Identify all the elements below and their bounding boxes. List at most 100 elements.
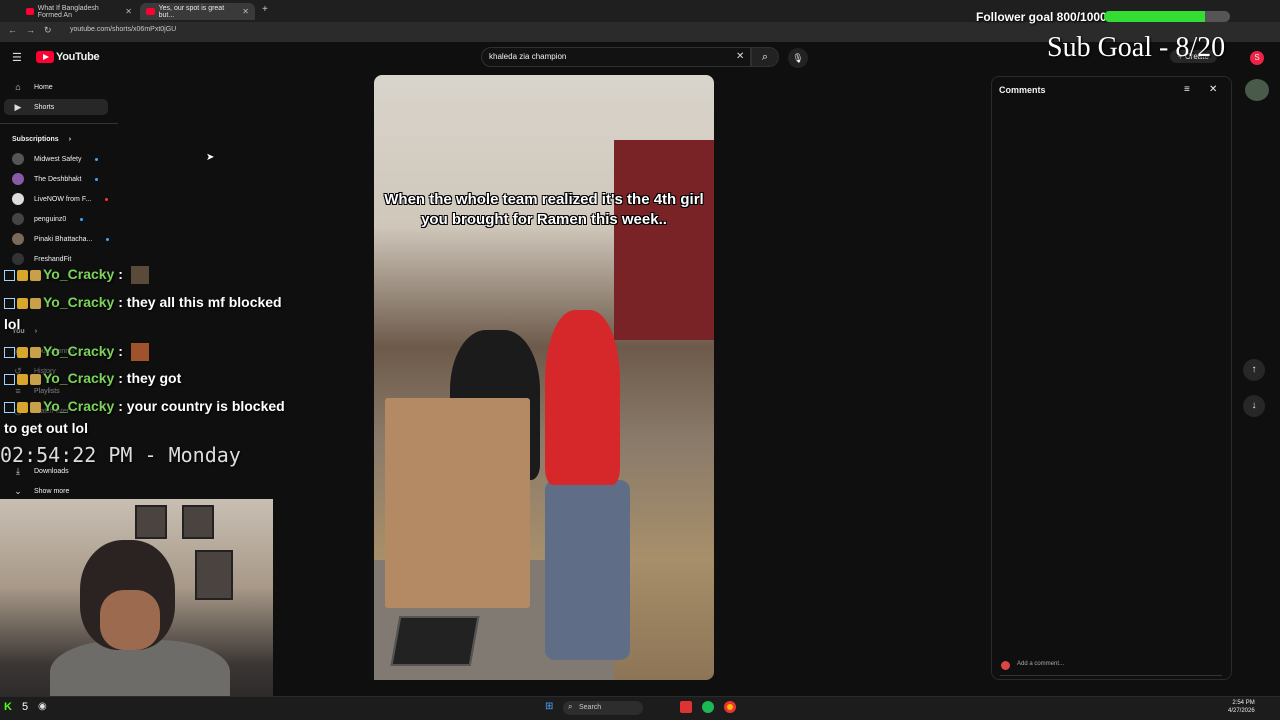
- arrow-down-icon: ↓: [1251, 400, 1257, 411]
- taskbar-search[interactable]: Search: [563, 701, 643, 715]
- url-field[interactable]: youtube.com/shorts/x06mPxt0jGU: [70, 26, 176, 33]
- chat-username: Yo_Cracky: [43, 343, 115, 359]
- video-scene-bag: [385, 398, 530, 608]
- windows-start-icon[interactable]: ⊞: [545, 701, 553, 712]
- subscriptions-header[interactable]: Subscriptions ›: [12, 131, 71, 147]
- chat-message: Yo_Cracky : your country is blocked: [4, 398, 285, 414]
- reload-icon[interactable]: ↻: [44, 25, 52, 36]
- badge-icon: [30, 269, 41, 281]
- new-tab-icon[interactable]: +: [262, 4, 268, 15]
- youtube-favicon-icon: [146, 8, 155, 15]
- home-icon: ⌂: [15, 82, 21, 92]
- avatar: [1001, 661, 1010, 670]
- chat-username: Yo_Cracky: [43, 370, 115, 386]
- close-tab-icon[interactable]: ✕: [242, 7, 249, 16]
- close-tab-icon[interactable]: ✕: [125, 7, 132, 16]
- youtube-logo-text[interactable]: YouTube: [56, 51, 100, 63]
- account-avatar[interactable]: S: [1250, 51, 1264, 65]
- clear-search-icon[interactable]: ✕: [736, 51, 744, 62]
- sidebar-item-label: Shorts: [34, 103, 55, 111]
- sidebar-item-home[interactable]: ⌂ Home: [12, 79, 52, 95]
- chat-text: they all this mf blocked: [126, 294, 282, 310]
- wall-poster: [182, 505, 214, 539]
- youtube-logo-icon[interactable]: [36, 51, 54, 63]
- chat-message: lol: [4, 316, 20, 332]
- badge-icon: [30, 346, 41, 358]
- sidebar-item-label: LiveNOW from F...: [34, 195, 92, 203]
- chat-message: Yo_Cracky :: [4, 343, 149, 362]
- sidebar-item-label: Midwest Safety: [34, 155, 82, 163]
- next-short-button[interactable]: ↓: [1243, 395, 1265, 417]
- chat-text: to get out lol: [4, 420, 88, 436]
- close-icon[interactable]: ✕: [1209, 84, 1217, 95]
- subscription-item[interactable]: FreshandFit: [12, 251, 71, 267]
- chevron-right-icon: ›: [68, 135, 72, 143]
- subscription-item[interactable]: penguinz0: [12, 211, 84, 227]
- spotify-icon[interactable]: [702, 701, 714, 713]
- menu-icon[interactable]: ☰: [12, 51, 22, 64]
- sidebar-item-label: The Deshbhakt: [34, 175, 82, 183]
- badge-icon: [17, 297, 28, 309]
- previous-short-button[interactable]: ↑: [1243, 359, 1265, 381]
- arrow-up-icon: ↑: [1251, 364, 1257, 375]
- back-icon[interactable]: ←: [8, 25, 17, 35]
- badge-icon: [4, 297, 15, 309]
- live-dot: [105, 197, 109, 201]
- divider: [1000, 675, 1222, 676]
- video-scene-tablet: [390, 616, 480, 666]
- chat-message: Yo_Cracky : they all this mf blocked: [4, 294, 282, 310]
- chat-message: Yo_Cracky : they got: [4, 370, 181, 386]
- badge-icon: [17, 269, 28, 281]
- badge-icon: [17, 346, 28, 358]
- badge-icon: [30, 401, 41, 413]
- stream-clock: 02:54:22 PM - Monday: [0, 443, 241, 467]
- forward-icon[interactable]: →: [26, 25, 35, 35]
- emote-icon: [130, 343, 149, 362]
- app-icon[interactable]: [680, 701, 692, 713]
- subscription-item[interactable]: Midwest Safety: [12, 151, 99, 167]
- avatar: [12, 173, 24, 185]
- sidebar-item-label: penguinz0: [34, 215, 67, 223]
- subscription-item[interactable]: Pinaki Bhattacha...: [12, 231, 110, 247]
- emote-icon: [130, 266, 149, 285]
- live-dot: [95, 177, 99, 181]
- avatar: [12, 193, 24, 205]
- voice-search-icon[interactable]: 🎙: [788, 48, 808, 68]
- badge-icon: [4, 346, 15, 358]
- wall-poster: [195, 550, 233, 600]
- browser-tab-active[interactable]: Yes, our spot is great but... ✕: [140, 3, 255, 20]
- sidebar-item-shorts[interactable]: ▶ Shorts: [4, 99, 108, 115]
- streamer-face: [100, 590, 160, 650]
- sidebar-item-label: Show more: [34, 487, 70, 495]
- video-scene-wall: [614, 140, 714, 340]
- viewer-count: 5: [22, 701, 29, 713]
- chat-message: Yo_Cracky :: [4, 266, 149, 285]
- browser-tab[interactable]: What If Bangladesh Formed An ✕: [20, 3, 138, 20]
- chat-text: your country is blocked: [126, 398, 285, 414]
- search-button[interactable]: ⌕: [751, 47, 779, 67]
- taskbar-date: 4/27/2026: [1228, 708, 1255, 714]
- sidebar-item-label: FreshandFit: [34, 255, 72, 263]
- sort-icon[interactable]: ≡: [1184, 84, 1190, 95]
- live-dot: [106, 237, 110, 241]
- comments-title: Comments: [999, 85, 1046, 95]
- chat-username: Yo_Cracky: [43, 398, 115, 414]
- chrome-icon[interactable]: [724, 701, 736, 713]
- chat-text: they got: [126, 370, 182, 386]
- subscription-item[interactable]: LiveNOW from F...: [12, 191, 109, 207]
- show-more-button[interactable]: ⌄ Show more: [12, 483, 69, 499]
- badge-icon: [4, 401, 15, 413]
- badge-icon: [4, 373, 15, 385]
- add-comment-input[interactable]: Add a comment...: [1017, 661, 1064, 667]
- chat-username: Yo_Cracky: [43, 294, 115, 310]
- badge-icon: [17, 373, 28, 385]
- eye-icon: ◉: [38, 701, 47, 712]
- subscription-item[interactable]: The Deshbhakt: [12, 171, 99, 187]
- avatar[interactable]: [1245, 79, 1269, 101]
- search-input[interactable]: khaleda zia champion: [489, 52, 566, 61]
- tab-title: Yes, our spot is great but...: [158, 4, 225, 19]
- chat-message: to get out lol: [4, 420, 88, 436]
- sidebar-item-label: Pinaki Bhattacha...: [34, 235, 93, 243]
- search-icon: ⌕: [568, 702, 573, 711]
- section-title: Subscriptions: [12, 135, 59, 143]
